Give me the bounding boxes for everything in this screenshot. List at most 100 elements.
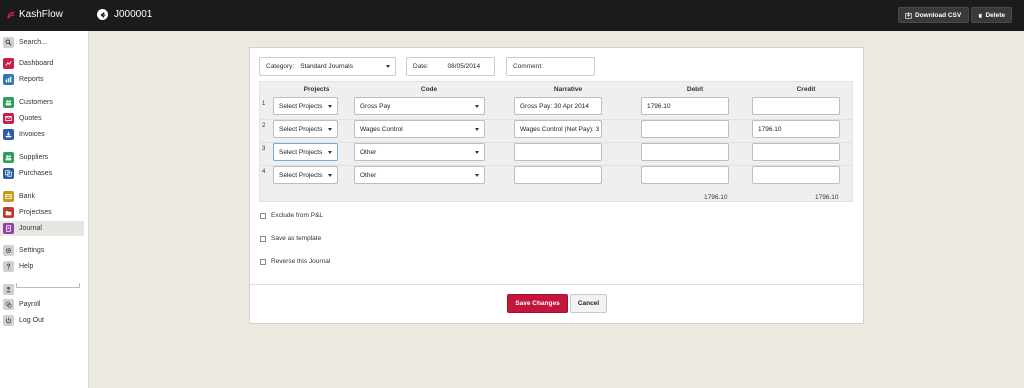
debit-input[interactable] [641, 143, 729, 161]
logout-icon [3, 315, 14, 326]
code-select-value: Wages Control [360, 125, 403, 133]
page-title: J000001 [114, 9, 153, 20]
row-number: 2 [262, 123, 266, 129]
sidebar-item-journal[interactable]: Journal [0, 221, 84, 236]
code-select[interactable]: Gross Pay [354, 97, 485, 115]
sidebar-item-suppliers[interactable]: Suppliers [0, 150, 84, 165]
sidebar-item-help[interactable]: Help [0, 259, 84, 274]
project-select[interactable]: Select Projects [273, 143, 338, 161]
code-select-value: Gross Pay [360, 102, 391, 110]
sidebar-search[interactable]: Search... [0, 35, 84, 50]
save-template-option[interactable]: Save as template [260, 235, 321, 242]
panel-divider [250, 284, 863, 285]
user-input[interactable] [16, 283, 80, 288]
chevron-down-icon [328, 105, 332, 108]
narrative-input[interactable]: Gross Pay: 30 Apr 2014 [514, 97, 602, 115]
quotes-icon [3, 113, 14, 124]
sidebar-item-dashboard[interactable]: Dashboard [0, 56, 84, 71]
credit-input[interactable] [752, 166, 840, 184]
journal-lines-table: Projects Code Narrative Debit Credit 1 S… [259, 81, 853, 202]
code-select[interactable]: Other [354, 143, 485, 161]
brand-name: KashFlow [19, 9, 63, 20]
reverse-journal-option[interactable]: Reverse this Journal [260, 258, 330, 265]
sidebar-item-label: Journal [19, 225, 42, 232]
code-select-value: Other [360, 148, 377, 156]
sidebar-item-logout[interactable]: Log Out [0, 313, 84, 328]
comment-label: Comment: [513, 63, 543, 70]
row-number: 1 [262, 101, 266, 107]
narrative-input[interactable] [514, 143, 602, 161]
sidebar-item-purchases[interactable]: Purchases [0, 166, 84, 181]
exclude-pl-label: Exclude from P&L [271, 212, 324, 219]
sidebar-item-label: Suppliers [19, 154, 49, 161]
project-select-value: Select Projects [279, 171, 323, 179]
sidebar-item-label: Dashboard [19, 60, 54, 67]
exclude-pl-option[interactable]: Exclude from P&L [260, 212, 323, 219]
project-select-value: Select Projects [279, 125, 323, 133]
delete-label: Delete [985, 11, 1005, 19]
user-icon [3, 284, 14, 295]
category-value: Standard Journals [300, 63, 353, 70]
reports-icon [3, 74, 14, 85]
save-changes-button[interactable]: Save Changes [507, 294, 568, 313]
code-select-value: Other [360, 171, 377, 179]
row-number: 4 [262, 169, 266, 175]
debit-input[interactable] [641, 120, 729, 138]
project-select[interactable]: Select Projects [273, 166, 338, 184]
back-arrow-icon[interactable] [97, 9, 108, 20]
sidebar-item-bank[interactable]: Bank [0, 189, 84, 204]
cancel-button[interactable]: Cancel [570, 294, 607, 313]
sidebar-item-label: Reports [19, 76, 44, 83]
sidebar-item-label: Bank [19, 193, 35, 200]
dashboard-icon [3, 58, 14, 69]
gear-icon [3, 245, 14, 256]
total-credit: 1796.10 [815, 194, 839, 201]
delete-button[interactable]: Delete [971, 7, 1012, 23]
credit-input[interactable] [752, 143, 840, 161]
category-select[interactable]: Category: Standard Journals [259, 57, 396, 76]
sidebar-item-quotes[interactable]: Quotes [0, 111, 84, 126]
bank-icon [3, 191, 14, 202]
save-template-checkbox[interactable] [260, 235, 266, 242]
header-code: Code [420, 86, 438, 93]
payroll-icon [3, 299, 14, 310]
sidebar-user[interactable] [0, 282, 84, 297]
download-csv-button[interactable]: Download CSV [898, 7, 969, 23]
sidebar-item-label: Log Out [19, 317, 44, 324]
narrative-input[interactable] [514, 166, 602, 184]
narrative-input[interactable]: Wages Control (Net Pay): 3 [514, 120, 602, 138]
download-icon [905, 11, 912, 19]
brand[interactable]: KashFlow [7, 9, 63, 20]
debit-input[interactable]: 1796.10 [641, 97, 729, 115]
invoices-icon [3, 129, 14, 140]
reverse-journal-checkbox[interactable] [260, 258, 266, 265]
code-select[interactable]: Wages Control [354, 120, 485, 138]
project-select-value: Select Projects [279, 148, 323, 156]
project-select-value: Select Projects [279, 102, 323, 110]
code-select[interactable]: Other [354, 166, 485, 184]
sidebar-item-label: Invoices [19, 131, 45, 138]
debit-input[interactable] [641, 166, 729, 184]
chevron-down-icon [328, 174, 332, 177]
sidebar-item-projects[interactable]: Projectses [0, 205, 84, 220]
header-narrative: Narrative [553, 86, 583, 93]
chevron-down-icon [328, 128, 332, 131]
suppliers-icon [3, 152, 14, 163]
sidebar-item-payroll[interactable]: Payroll [0, 297, 84, 312]
date-field[interactable]: Date: 08/05/2014 [406, 57, 495, 76]
sidebar-item-customers[interactable]: Customers [0, 95, 84, 110]
chevron-down-icon [475, 105, 479, 108]
sidebar-item-invoices[interactable]: Invoices [0, 127, 84, 142]
project-select[interactable]: Select Projects [273, 97, 338, 115]
kashflow-logo-icon [7, 11, 15, 19]
project-select[interactable]: Select Projects [273, 120, 338, 138]
sidebar-item-reports[interactable]: Reports [0, 72, 84, 87]
sidebar-item-label: Purchases [19, 170, 53, 177]
credit-input[interactable] [752, 97, 840, 115]
sidebar-item-settings[interactable]: Settings [0, 243, 84, 258]
exclude-pl-checkbox[interactable] [260, 212, 266, 219]
search-placeholder: Search... [19, 39, 48, 46]
comment-field[interactable]: Comment: [506, 57, 595, 76]
header-debit: Debit [686, 86, 704, 93]
credit-input[interactable]: 1796.10 [752, 120, 840, 138]
